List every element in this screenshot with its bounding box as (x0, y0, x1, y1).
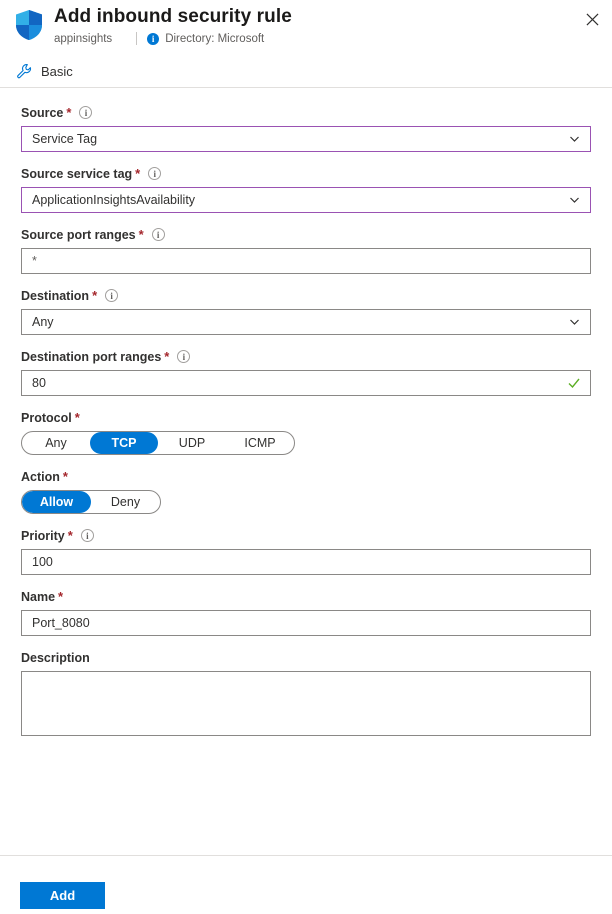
protocol-label: Protocol (21, 410, 72, 425)
chevron-down-icon (568, 133, 581, 146)
source-port-ranges-value: * (32, 254, 37, 268)
field-source-service-tag: Source service tag * i ApplicationInsigh… (21, 165, 591, 213)
field-destination: Destination * i Any (21, 287, 591, 335)
action-option-deny[interactable]: Deny (91, 491, 160, 513)
required-asterisk: * (135, 165, 141, 181)
tab-basic[interactable]: Basic (16, 57, 73, 87)
destination-dropdown[interactable]: Any (21, 309, 591, 335)
required-asterisk: * (66, 104, 72, 120)
required-asterisk: * (58, 588, 64, 604)
field-description: Description (21, 649, 591, 736)
description-label: Description (21, 650, 90, 665)
info-icon[interactable]: i (151, 228, 165, 241)
description-label-row: Description (21, 649, 591, 666)
description-textarea[interactable] (21, 671, 591, 736)
name-label: Name (21, 589, 56, 604)
field-action: Action * Allow Deny (21, 468, 591, 514)
destination-port-ranges-label: Destination port ranges (21, 349, 162, 364)
field-name: Name * Port_8080 (21, 588, 591, 636)
checkmark-icon (567, 376, 581, 390)
blade-subtitle: appinsights i Directory: Microsoft (54, 31, 292, 46)
source-port-ranges-label: Source port ranges (21, 227, 136, 242)
info-icon[interactable]: i (80, 529, 94, 542)
action-option-allow[interactable]: Allow (22, 491, 91, 513)
action-label-row: Action * (21, 468, 591, 485)
close-button[interactable] (578, 5, 606, 33)
name-value: Port_8080 (32, 616, 90, 630)
destination-label-row: Destination * i (21, 287, 591, 304)
wrench-icon (16, 63, 33, 80)
blade-title-block: Add inbound security rule appinsights i … (54, 6, 292, 46)
info-icon[interactable]: i (148, 167, 162, 180)
priority-value: 100 (32, 555, 53, 569)
destination-port-ranges-input[interactable]: 80 (21, 370, 591, 396)
priority-input[interactable]: 100 (21, 549, 591, 575)
protocol-label-row: Protocol * (21, 409, 591, 426)
source-service-tag-label: Source service tag (21, 166, 133, 181)
info-icon: i (147, 32, 160, 45)
protocol-option-tcp[interactable]: TCP (90, 432, 158, 454)
source-port-ranges-label-row: Source port ranges * i (21, 226, 591, 243)
required-asterisk: * (164, 348, 170, 364)
resource-name: appinsights (54, 32, 113, 45)
action-label: Action (21, 469, 60, 484)
info-icon[interactable]: i (177, 350, 191, 363)
chevron-down-icon (568, 194, 581, 207)
blade-footer: Add (0, 855, 612, 914)
protocol-option-udp[interactable]: UDP (158, 432, 226, 454)
priority-label-row: Priority * i (21, 527, 591, 544)
chevron-down-icon (568, 316, 581, 329)
name-label-row: Name * (21, 588, 591, 605)
page-title: Add inbound security rule (54, 6, 292, 27)
add-button[interactable]: Add (20, 882, 105, 909)
required-asterisk: * (62, 468, 68, 484)
protocol-option-any[interactable]: Any (22, 432, 90, 454)
shield-icon (14, 9, 44, 41)
source-service-tag-value: ApplicationInsightsAvailability (32, 193, 196, 207)
priority-label: Priority (21, 528, 65, 543)
required-asterisk: * (138, 226, 144, 242)
info-icon[interactable]: i (105, 289, 119, 302)
source-service-tag-label-row: Source service tag * i (21, 165, 591, 182)
source-dropdown[interactable]: Service Tag (21, 126, 591, 152)
source-value: Service Tag (32, 132, 98, 146)
source-label-row: Source * i (21, 104, 591, 121)
field-source: Source * i Service Tag (21, 104, 591, 152)
protocol-choice-group: Any TCP UDP ICMP (21, 431, 295, 455)
blade-header: Add inbound security rule appinsights i … (0, 0, 612, 56)
destination-port-ranges-value: 80 (32, 376, 46, 390)
required-asterisk: * (92, 287, 98, 303)
subtitle-divider (136, 32, 138, 45)
tab-basic-label: Basic (41, 64, 73, 79)
directory-label: Directory: Microsoft (165, 32, 265, 45)
security-rule-form: Source * i Service Tag Source service ta… (0, 88, 612, 736)
field-source-port-ranges: Source port ranges * i * (21, 226, 591, 274)
source-service-tag-dropdown[interactable]: ApplicationInsightsAvailability (21, 187, 591, 213)
required-asterisk: * (67, 527, 73, 543)
required-asterisk: * (74, 409, 80, 425)
field-destination-port-ranges: Destination port ranges * i 80 (21, 348, 591, 396)
tab-strip: Basic (0, 56, 612, 88)
close-icon (586, 13, 598, 25)
field-protocol: Protocol * Any TCP UDP ICMP (21, 409, 591, 455)
destination-port-ranges-label-row: Destination port ranges * i (21, 348, 591, 365)
protocol-option-icmp[interactable]: ICMP (226, 432, 294, 454)
info-icon[interactable]: i (79, 106, 93, 119)
destination-value: Any (32, 315, 54, 329)
blade-header-content: Add inbound security rule appinsights i … (0, 6, 612, 46)
destination-label: Destination (21, 288, 90, 303)
field-priority: Priority * i 100 (21, 527, 591, 575)
source-port-ranges-input[interactable]: * (21, 248, 591, 274)
source-label: Source (21, 105, 64, 120)
name-input[interactable]: Port_8080 (21, 610, 591, 636)
action-choice-group: Allow Deny (21, 490, 161, 514)
